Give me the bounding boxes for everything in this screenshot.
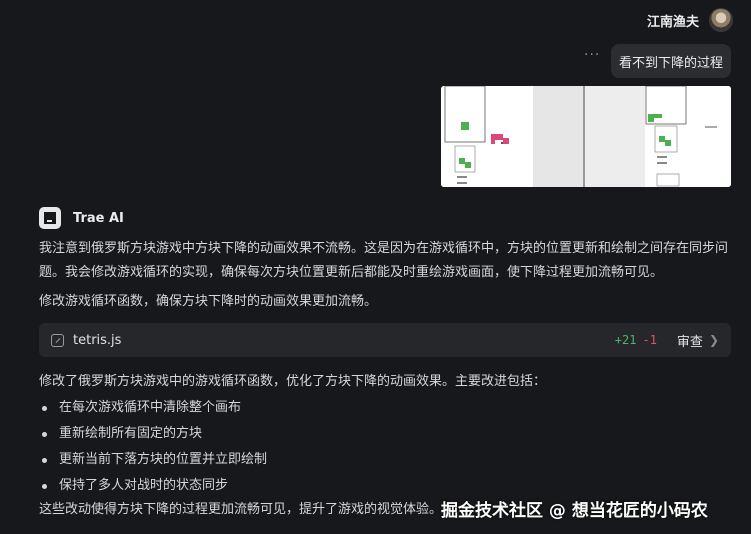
- assistant-header: Trae AI: [39, 207, 124, 229]
- review-button[interactable]: 审查 ❯: [677, 331, 719, 350]
- assistant-action: 修改游戏循环函数，确保方块下降时的动画效果更加流畅。: [39, 294, 378, 309]
- list-item: 更新当前下落方块的位置并立即绘制: [39, 447, 267, 473]
- trae-logo-icon: [39, 207, 61, 229]
- assistant-name: Trae AI: [73, 210, 124, 226]
- file-name[interactable]: tetris.js: [73, 333, 121, 348]
- user-message-bubble: 看不到下降的过程: [611, 44, 731, 78]
- chevron-right-icon: ❯: [708, 333, 719, 347]
- list-item: 重新绘制所有固定的方块: [39, 421, 267, 447]
- user-header: 江南渔夫: [647, 8, 733, 32]
- edit-file-icon: [51, 333, 64, 347]
- more-options-icon[interactable]: ···: [584, 47, 600, 63]
- assistant-intro: 我注意到俄罗斯方块游戏中方块下降的动画效果不流畅。这是因为在游戏循环中，方块的位…: [39, 241, 729, 280]
- review-label: 审查: [676, 334, 703, 350]
- screenshot-thumbnail[interactable]: [441, 86, 731, 187]
- lines-added: +21: [614, 333, 637, 347]
- tetris-screenshot-image: [441, 86, 731, 187]
- improvement-list: 在每次游戏循环中清除整个画布 重新绘制所有固定的方块 更新当前下落方块的位置并立…: [39, 395, 267, 499]
- watermark: 掘金技术社区 @ 想当花匠的小码农: [441, 501, 708, 521]
- list-item: 保持了多人对战时的状态同步: [39, 473, 267, 499]
- user-avatar[interactable]: [709, 8, 733, 32]
- user-name: 江南渔夫: [646, 14, 699, 30]
- lines-removed: -1: [642, 333, 657, 347]
- list-item: 在每次游戏循环中清除整个画布: [39, 395, 267, 421]
- assistant-summary: 修改了俄罗斯方块游戏中的游戏循环函数，优化了方块下降的动画效果。主要改进包括：: [39, 374, 547, 389]
- file-change-card[interactable]: tetris.js +21 -1 审查 ❯: [39, 323, 731, 357]
